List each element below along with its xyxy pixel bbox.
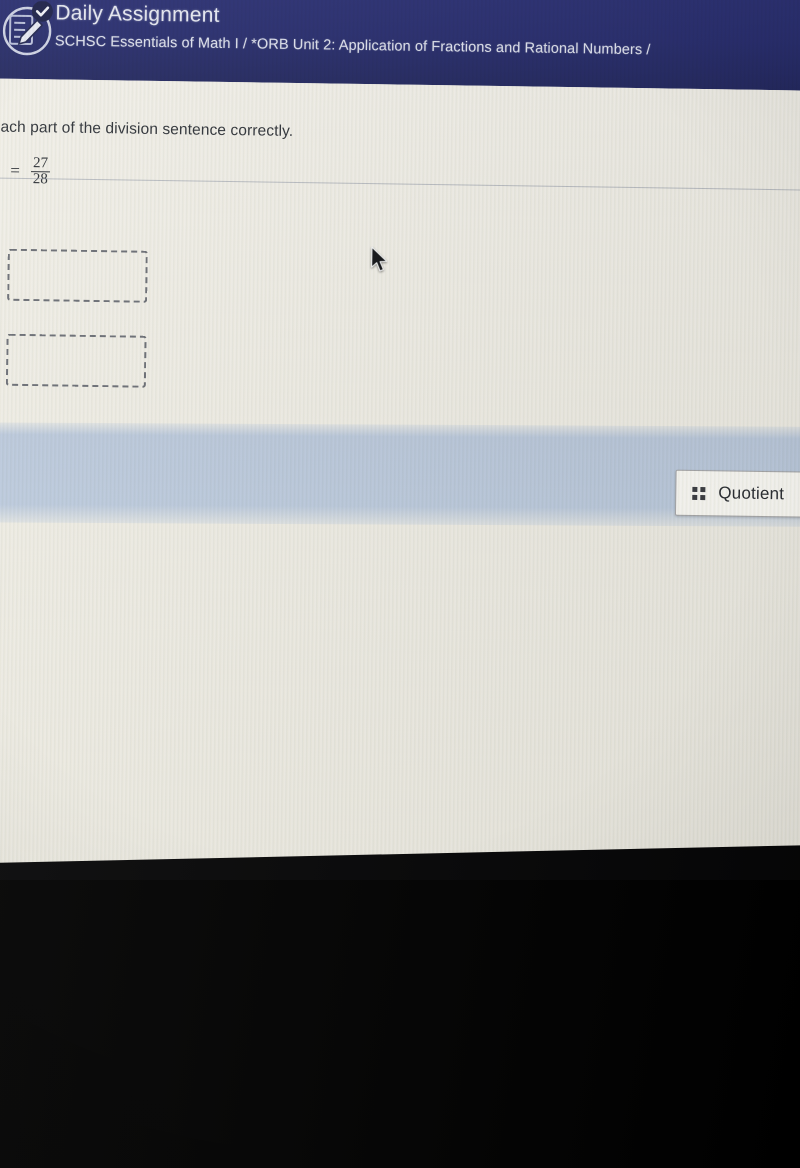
drag-handle-icon[interactable] (692, 486, 706, 500)
instruction-text: abel each part of the division sentence … (0, 118, 294, 140)
equals-sign: = (10, 161, 21, 181)
chip-label: Quotient (718, 483, 785, 504)
equation-result: 27 28 (30, 155, 50, 188)
section-divider (0, 176, 800, 192)
breadcrumb[interactable]: SCHSC Essentials of Math I / *ORB Unit 2… (55, 33, 651, 58)
draggable-chip-quotient[interactable]: Quotient (674, 469, 800, 518)
mouse-cursor-icon (370, 246, 390, 274)
assignment-body: abel each part of the division sentence … (0, 77, 800, 894)
labeling-row: 9 14 (0, 248, 148, 303)
dropzone-dividend[interactable] (7, 248, 148, 303)
labeling-row: 27 28 (0, 333, 147, 388)
dropzone-quotient[interactable] (5, 333, 147, 388)
page-title: Daily Assignment (55, 1, 220, 27)
assignment-header: Daily Assignment SCHSC Essentials of Mat… (0, 0, 800, 92)
screen-surface: Daily Assignment SCHSC Essentials of Mat… (0, 0, 800, 894)
dark-background-area (0, 880, 800, 1168)
photographed-chromebook-screen: Daily Assignment SCHSC Essentials of Mat… (0, 0, 800, 1168)
assignment-check-icon (1, 0, 58, 58)
division-sentence: 9 4 ÷ 2 3 = 27 28 (0, 155, 50, 188)
